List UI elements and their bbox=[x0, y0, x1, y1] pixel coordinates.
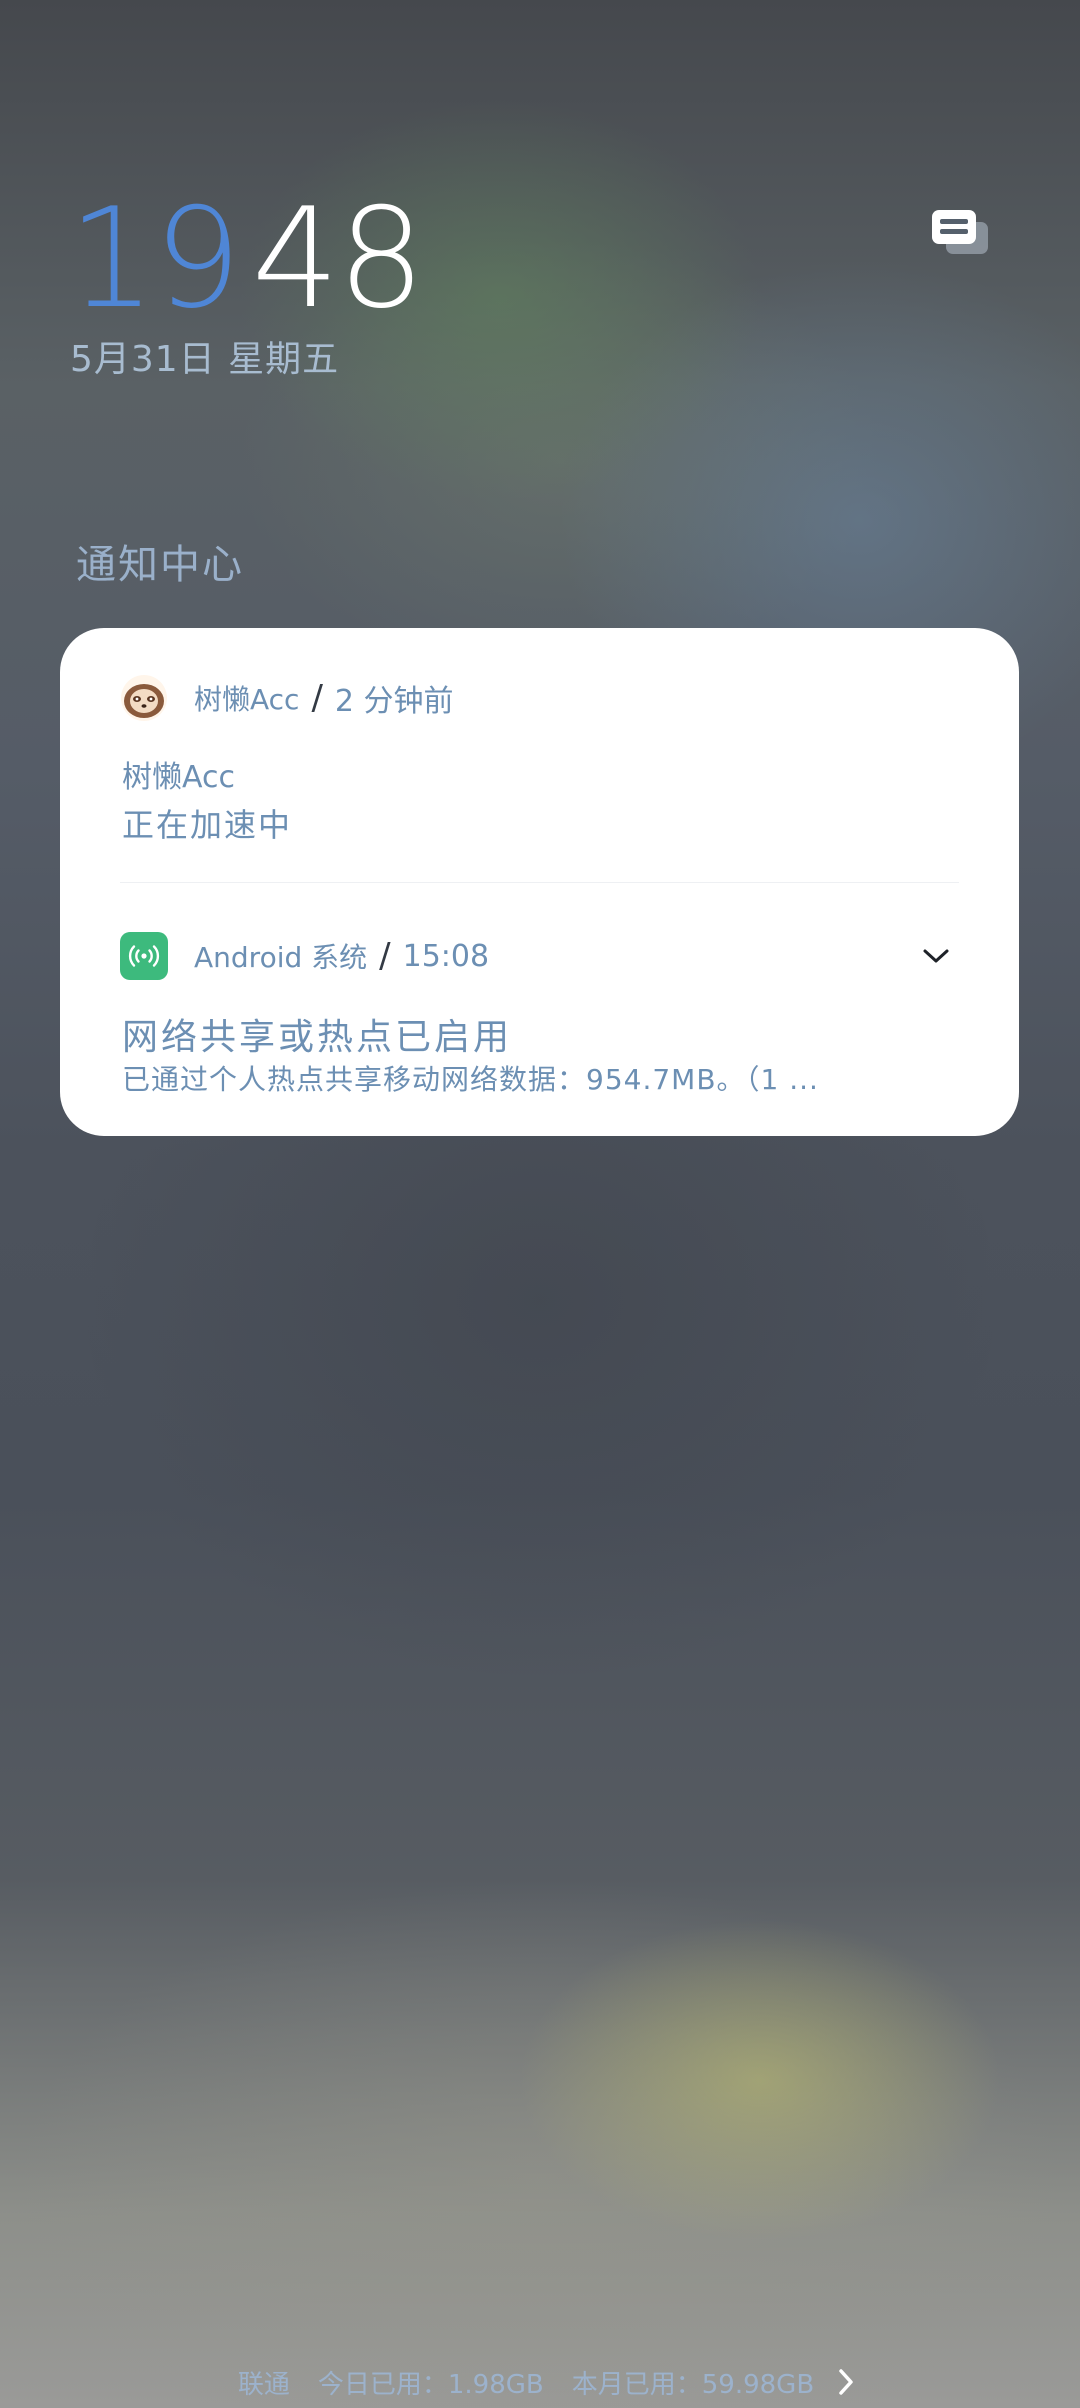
notification-body[interactable]: 正在加速中 bbox=[122, 800, 292, 846]
header-separator: / bbox=[379, 936, 391, 976]
sloth-app-icon bbox=[120, 674, 168, 722]
notification-time: 15:08 bbox=[402, 938, 490, 974]
data-usage-bar[interactable]: 联通 今日已用：1.98GB 本月已用：59.98GB bbox=[0, 2362, 1080, 2402]
lockscreen-clock: 1948 bbox=[68, 190, 425, 328]
lockscreen-date: 5月31日 星期五 bbox=[70, 339, 340, 380]
notification-time: 2 分钟前 bbox=[334, 684, 454, 719]
notification-title[interactable]: 树懒Acc bbox=[122, 752, 235, 796]
notification-app-name: Android 系统 bbox=[194, 941, 368, 974]
header-separator: / bbox=[311, 678, 323, 718]
notification-center-title: 通知中心 bbox=[76, 542, 244, 588]
hotspot-icon bbox=[120, 932, 168, 980]
notification-body[interactable]: 已通过个人热点共享移动网络数据：954.7MB。（1 ... bbox=[122, 1058, 962, 1098]
chevron-down-icon[interactable] bbox=[921, 946, 951, 966]
notification-header[interactable]: 树懒Acc / 2 分钟前 bbox=[120, 668, 454, 728]
month-usage: 本月已用：59.98GB bbox=[571, 2369, 815, 2400]
notification-app-name: 树懒Acc bbox=[194, 683, 300, 716]
today-usage: 今日已用：1.98GB bbox=[317, 2369, 544, 2400]
clock-minute: 48 bbox=[251, 178, 426, 339]
notification-title[interactable]: 网络共享或热点已启用 bbox=[122, 1008, 512, 1060]
message-icon[interactable] bbox=[930, 206, 994, 262]
notification-header[interactable]: Android 系统 / 15:08 bbox=[120, 926, 489, 986]
notification-card: 树懒Acc / 2 分钟前 树懒Acc 正在加速中 Android 系统 / 1… bbox=[60, 628, 1019, 1136]
carrier-name: 联通 bbox=[237, 2369, 290, 2400]
clock-hour: 19 bbox=[68, 178, 242, 339]
chevron-right-icon[interactable] bbox=[836, 2367, 856, 2397]
notification-divider bbox=[120, 882, 959, 883]
